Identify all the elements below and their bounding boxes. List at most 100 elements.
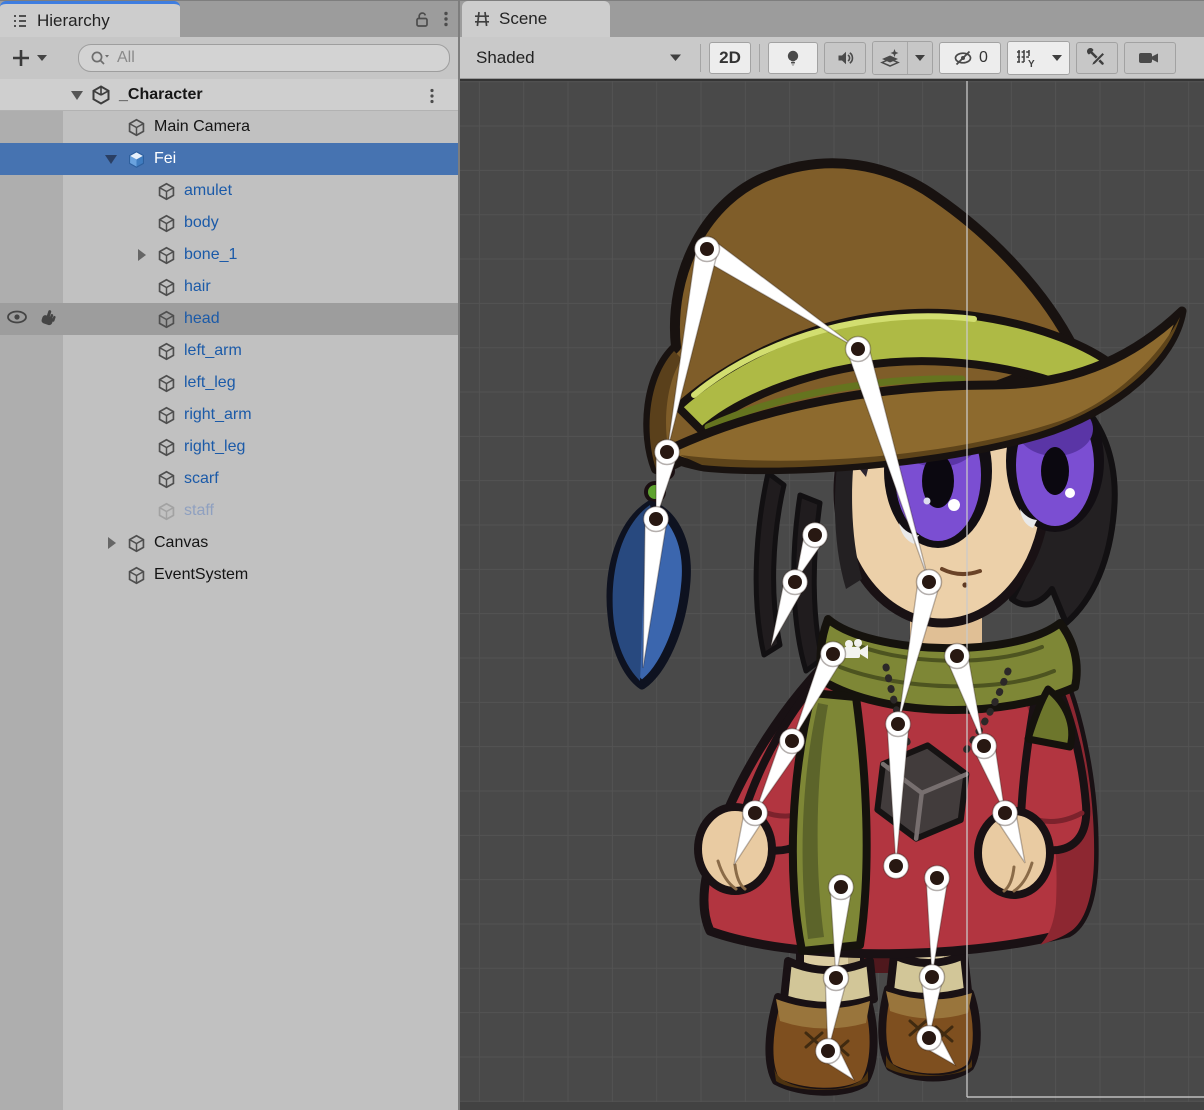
lightbulb-icon [783,48,803,68]
viewport-bottom-shade [460,1102,1204,1110]
bone-joint-hair_top[interactable] [803,523,828,548]
hierarchy-search-input[interactable]: All [78,44,450,72]
gameobject-cube-icon [126,533,147,554]
effects-visibility-group [872,41,933,75]
hierarchy-row-amulet[interactable]: amulet [0,175,458,207]
bone-joint-feather_top[interactable] [644,507,669,532]
bone-joint-r_knee[interactable] [920,965,945,990]
hierarchy-row-bone-1[interactable]: bone_1 [0,239,458,271]
hierarchy-tab-label: Hierarchy [37,11,110,31]
bone-joint-r_shoulder[interactable] [945,644,970,669]
hierarchy-menu-kebab-icon[interactable] [442,9,450,29]
hierarchy-panel: Hierarchy [0,0,458,1110]
hierarchy-row-left-arm[interactable]: left_arm [0,335,458,367]
bone-joint-r_wrist[interactable] [993,801,1018,826]
hierarchy-item-label: hair [184,278,211,296]
pick-hand-icon[interactable] [37,308,59,328]
scene-lighting-toggle[interactable] [768,42,818,74]
hierarchy-row-eventsystem[interactable]: EventSystem [0,559,458,591]
hierarchy-row-fei[interactable]: Fei [0,143,458,175]
tab-scene[interactable]: Scene [462,1,610,37]
hierarchy-item-label: head [184,310,220,328]
bone-joint-l_wrist[interactable] [743,801,768,826]
overlay-tools-button[interactable] [1076,42,1118,74]
bone-joint-chin[interactable] [917,570,942,595]
grid-visibility-toggle[interactable]: Y [1008,42,1044,74]
hierarchy-row-main-camera[interactable]: Main Camera [0,111,458,143]
scene-tabstrip: Scene [460,0,1204,37]
scene-camera-button[interactable] [1124,42,1176,74]
draw-mode-dropdown[interactable]: Shaded [466,41,692,75]
bone-joint-r_hip[interactable] [925,866,950,891]
effects-toggle[interactable] [873,42,907,74]
hierarchy-row-right-leg[interactable]: right_leg [0,431,458,463]
scene-audio-toggle[interactable] [824,42,866,74]
scene-name: _Character [119,86,203,104]
scene-menu-kebab-icon[interactable] [428,87,436,105]
hierarchy-row-head[interactable]: head [0,303,458,335]
scene-tab-label: Scene [499,9,547,29]
hierarchy-item-label: scarf [184,470,219,488]
foldout-collapsed-icon[interactable] [106,536,117,550]
grid-settings-dropdown[interactable] [1045,42,1069,74]
chevron-down-icon [36,54,48,62]
hierarchy-row-staff[interactable]: staff [0,495,458,527]
hierarchy-item-label: Fei [154,150,176,168]
prefab-cube-icon [126,149,147,170]
hierarchy-item-label: staff [184,502,214,520]
effects-layers-icon [879,47,901,69]
gameobject-cube-icon [156,469,177,490]
bone-joint-l_hip[interactable] [829,875,854,900]
hierarchy-item-label: amulet [184,182,232,200]
hierarchy-item-label: bone_1 [184,246,237,264]
create-object-button[interactable] [10,47,48,69]
foldout-expanded-icon[interactable] [70,89,84,101]
scene-viewport[interactable] [460,79,1204,1110]
gameobject-cube-icon [156,309,177,330]
unity-editor-window: Hierarchy [0,0,1204,1110]
hierarchy-item-label: EventSystem [154,566,248,584]
grid-axis-icon: Y [1014,47,1038,69]
scene-header-row[interactable]: _Character [0,79,458,111]
bone-joint-pelvis[interactable] [884,854,909,879]
wrench-pencil-icon [1086,47,1108,69]
bone-joint-l_shoulder[interactable] [821,642,846,667]
bone-joint-hat_tip[interactable] [655,440,680,465]
bone-joint-l_elbow[interactable] [780,729,805,754]
effects-dropdown[interactable] [908,42,932,74]
foldout-expanded-icon[interactable] [104,153,118,165]
hierarchy-toolbar: All [0,37,458,79]
2d-mode-toggle[interactable]: 2D [709,42,751,74]
scene-grid-icon [472,9,492,29]
bone-joint-hat_top[interactable] [695,237,720,262]
hierarchy-row-left-leg[interactable]: left_leg [0,367,458,399]
gameobject-cube-icon [126,117,147,138]
bone-joint-hair_mid[interactable] [783,570,808,595]
hierarchy-row-body[interactable]: body [0,207,458,239]
bone-joint-r_ankle[interactable] [917,1026,942,1051]
eye-icon[interactable] [5,308,29,326]
hierarchy-row-hair[interactable]: hair [0,271,458,303]
gameobject-cube-icon [156,277,177,298]
bone-joint-l_ankle[interactable] [816,1039,841,1064]
bone-joint-r_elbow[interactable] [972,734,997,759]
hierarchy-row-canvas[interactable]: Canvas [0,527,458,559]
chevron-down-icon [914,54,926,62]
hidden-objects-toggle[interactable]: 0 [939,42,1001,74]
bone-joint-l_knee[interactable] [824,966,849,991]
unlock-icon[interactable] [412,9,432,29]
gameobject-cube-icon [156,405,177,426]
gameobject-cube-icon [156,245,177,266]
bone-joint-chest[interactable] [886,712,911,737]
hierarchy-row-scarf[interactable]: scarf [0,463,458,495]
foldout-collapsed-icon[interactable] [136,248,147,262]
draw-mode-label: Shaded [476,48,535,68]
hierarchy-item-label: left_arm [184,342,242,360]
hierarchy-row-right-arm[interactable]: right_arm [0,399,458,431]
eye-hidden-icon [952,48,976,68]
bone-joint-hat_band[interactable] [846,337,871,362]
tab-hierarchy[interactable]: Hierarchy [0,1,180,37]
chevron-down-icon [1051,54,1063,62]
hierarchy-item-label: Main Camera [154,118,250,136]
unity-scene-icon [90,84,112,106]
